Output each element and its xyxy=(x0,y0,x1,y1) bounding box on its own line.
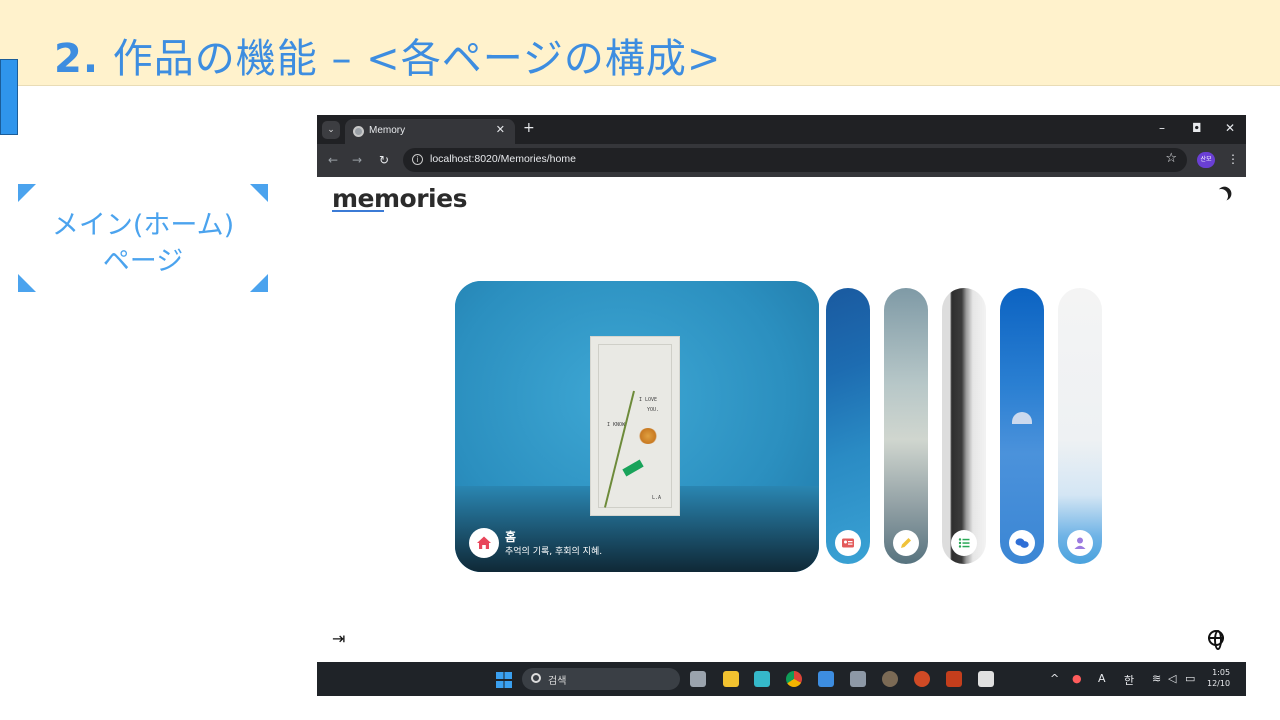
nav-pill-profile-card[interactable] xyxy=(826,288,870,564)
taskbar-search-text: 검색 xyxy=(548,676,567,687)
url-text: localhost:8020/Memories/home xyxy=(430,153,576,165)
moon-image xyxy=(1012,412,1032,424)
snipping-tool-icon[interactable] xyxy=(978,671,994,687)
home-card[interactable]: I LOVE YOU. I KNOW L.A 홈 추억의 기록, 후회의 지혜. xyxy=(455,281,819,572)
nav-pill-user[interactable] xyxy=(1058,288,1102,564)
dark-mode-moon-icon[interactable] xyxy=(1212,187,1230,205)
chrome-icon[interactable] xyxy=(786,671,802,687)
paper-text: YOU. xyxy=(647,407,660,413)
slide-title-number: 2. xyxy=(54,36,100,82)
chat-icon xyxy=(1015,538,1029,548)
user-icon xyxy=(1074,537,1086,549)
settings-gear-icon[interactable] xyxy=(882,671,898,687)
tray-app-icon[interactable]: ● xyxy=(1072,672,1082,685)
list-icon xyxy=(958,538,970,548)
notepad-icon[interactable] xyxy=(818,671,834,687)
section-label-box: メイン(ホーム) ページ xyxy=(18,184,268,292)
flower xyxy=(638,428,658,444)
store-icon[interactable] xyxy=(754,671,770,687)
card-title: 홈 xyxy=(505,530,517,544)
profile-avatar[interactable]: 산모 xyxy=(1197,152,1215,168)
section-label: メイン(ホーム) ページ xyxy=(18,208,268,280)
tray-chevron-icon[interactable]: ^ xyxy=(1050,672,1059,685)
new-tab-icon[interactable]: + xyxy=(523,120,535,136)
menu-dots-icon[interactable]: ⋮ xyxy=(1227,152,1239,166)
powerpoint-icon[interactable] xyxy=(914,671,930,687)
card-subtitle: 추억의 기록, 후회의 지혜. xyxy=(505,547,603,557)
home-icon xyxy=(477,536,491,549)
browser-window: ⌄ Memory ✕ + – ◘ ✕ ← → ↻ i localhost:802… xyxy=(317,115,1246,696)
forward-icon[interactable]: → xyxy=(352,153,362,167)
clock-date: 12/10 xyxy=(1207,679,1231,688)
reload-icon[interactable]: ↻ xyxy=(379,153,389,167)
tab-search-dropdown-icon[interactable]: ⌄ xyxy=(322,121,340,139)
file-explorer-icon[interactable] xyxy=(723,671,739,687)
battery-icon[interactable]: ▭ xyxy=(1185,672,1195,685)
back-icon[interactable]: ← xyxy=(328,153,338,167)
nav-pill-chat[interactable] xyxy=(1000,288,1044,564)
paper-text: L.A xyxy=(652,495,662,501)
sign-in-icon[interactable]: ⇥ xyxy=(332,629,345,648)
id-card-icon xyxy=(842,538,854,548)
taskbar-search[interactable]: 검색 xyxy=(522,668,680,690)
site-info-icon[interactable]: i xyxy=(412,154,423,165)
pencil-icon xyxy=(901,538,911,548)
tray-ime-lang[interactable]: 한 xyxy=(1124,672,1134,688)
chat-button[interactable] xyxy=(1009,530,1035,556)
powerpoint-file-icon[interactable] xyxy=(946,671,962,687)
windows-start-icon[interactable] xyxy=(496,672,512,688)
pencil-button[interactable] xyxy=(893,530,919,556)
search-icon xyxy=(531,673,541,683)
section-label-line2: ページ xyxy=(102,246,184,277)
globe-language-icon[interactable] xyxy=(1208,630,1224,650)
user-button[interactable] xyxy=(1067,530,1093,556)
section-label-line1: メイン(ホーム) xyxy=(51,210,235,241)
list-button[interactable] xyxy=(951,530,977,556)
close-tab-icon[interactable]: ✕ xyxy=(496,123,505,136)
slide-header: 2. 作品の機能 – <各ページの構成> xyxy=(0,0,1280,86)
id-card-button[interactable] xyxy=(835,530,861,556)
paper-text: I LOVE xyxy=(639,397,658,403)
restore-icon[interactable]: ◘ xyxy=(1192,121,1202,135)
corner-decoration xyxy=(250,184,268,202)
close-window-icon[interactable]: ✕ xyxy=(1225,121,1235,135)
slide-title-text: 作品の機能 – <各ページの構成> xyxy=(99,36,722,82)
tab-memory[interactable]: Memory ✕ xyxy=(345,119,515,144)
clock-time: 1:05 xyxy=(1212,668,1231,677)
taskbar-clock[interactable]: 1:05 12/10 xyxy=(1207,667,1230,689)
calculator-icon[interactable] xyxy=(850,671,866,687)
nav-pill-write[interactable] xyxy=(884,288,928,564)
volume-icon[interactable]: ◁ xyxy=(1168,672,1176,685)
windows-taskbar: 검색 ^ ● A 한 ≋ ◁ ▭ 1:05 12/10 xyxy=(317,662,1246,696)
accent-bar xyxy=(0,59,18,135)
logo-underline xyxy=(332,210,384,212)
browser-toolbar: ← → ↻ i localhost:8020/Memories/home ☆ 산… xyxy=(317,144,1246,177)
minimize-icon[interactable]: – xyxy=(1159,121,1165,135)
home-badge[interactable] xyxy=(469,528,499,558)
paper-text: I KNOW xyxy=(607,422,626,428)
bookmark-star-icon[interactable]: ☆ xyxy=(1165,151,1177,166)
slide-title: 2. 作品の機能 – <各ページの構成> xyxy=(54,26,721,84)
paper-image: I LOVE YOU. I KNOW L.A xyxy=(590,336,680,516)
tab-title: Memory xyxy=(369,125,406,136)
tray-ime-a[interactable]: A xyxy=(1098,672,1106,685)
wifi-icon[interactable]: ≋ xyxy=(1152,672,1161,685)
tab-bar: ⌄ Memory ✕ + – ◘ ✕ xyxy=(317,115,1246,144)
globe-favicon-icon xyxy=(353,126,364,137)
site-logo[interactable]: memories xyxy=(332,184,467,213)
corner-decoration xyxy=(18,184,36,202)
nav-pill-list[interactable] xyxy=(942,288,986,564)
address-bar[interactable]: i localhost:8020/Memories/home ☆ xyxy=(403,148,1187,172)
task-view-icon[interactable] xyxy=(690,671,706,687)
